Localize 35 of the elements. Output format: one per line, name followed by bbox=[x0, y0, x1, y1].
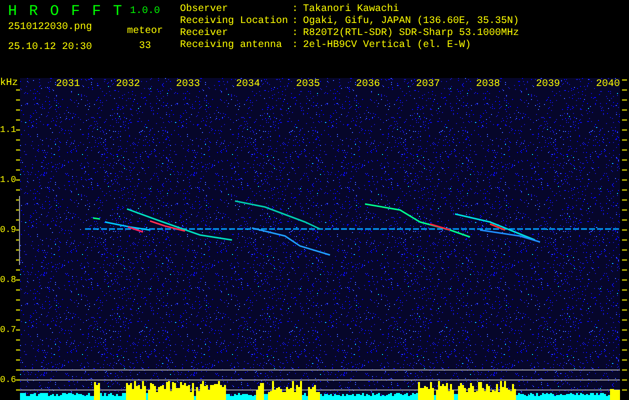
frequency-axis-label: 1.0 bbox=[0, 175, 16, 185]
time-axis-label: 2040 bbox=[596, 79, 620, 91]
meteor-count: 33 bbox=[138, 41, 151, 53]
frequency-axis-label: 0.6 bbox=[0, 375, 16, 385]
info-value: Takanori Kawachi bbox=[303, 4, 400, 16]
frequency-axis-label: 0.7 bbox=[0, 325, 16, 335]
frequency-axis-label: 0.8 bbox=[0, 275, 16, 285]
time-axis-label: 2036 bbox=[356, 79, 380, 91]
info-separator: : bbox=[292, 28, 300, 40]
version-label: 1.0.0 bbox=[130, 6, 160, 18]
time-axis-label: 2031 bbox=[56, 79, 80, 91]
info-label: Observer bbox=[180, 4, 230, 16]
time-axis-label: 2035 bbox=[296, 79, 320, 91]
meteor-label: meteor bbox=[126, 26, 163, 38]
info-label: Receiver bbox=[180, 28, 230, 40]
unit-label: kHz bbox=[0, 78, 16, 90]
info-value: 2el-HB9CV Vertical (el. E-W) bbox=[303, 40, 472, 52]
frequency-axis-label: 0.9 bbox=[0, 225, 16, 235]
file-name: 2510122030.png bbox=[8, 22, 94, 34]
app-title: HROFFT bbox=[8, 4, 120, 20]
info-label: Receiving antenna bbox=[180, 40, 284, 52]
time-axis-label: 2033 bbox=[176, 79, 200, 91]
time-axis-label: 2039 bbox=[536, 79, 560, 91]
info-separator: : bbox=[292, 40, 300, 52]
info-value: Ogaki, Gifu, JAPAN (136.60E, 35.35N) bbox=[303, 16, 520, 28]
info-separator: : bbox=[292, 16, 300, 28]
frequency-axis-label: 1.1 bbox=[0, 125, 16, 135]
info-separator: : bbox=[292, 4, 300, 16]
time-axis-label: 2037 bbox=[416, 79, 440, 91]
info-label: Receiving Location bbox=[180, 16, 290, 28]
time-axis-label: 2038 bbox=[476, 79, 500, 91]
date-time: 25.10.12 20:30 bbox=[8, 42, 94, 54]
info-value: R820T2(RTL-SDR) SDR-Sharp 53.1000MHz bbox=[303, 28, 520, 40]
time-axis-label: 2032 bbox=[116, 79, 140, 91]
time-axis-label: 2034 bbox=[236, 79, 260, 91]
